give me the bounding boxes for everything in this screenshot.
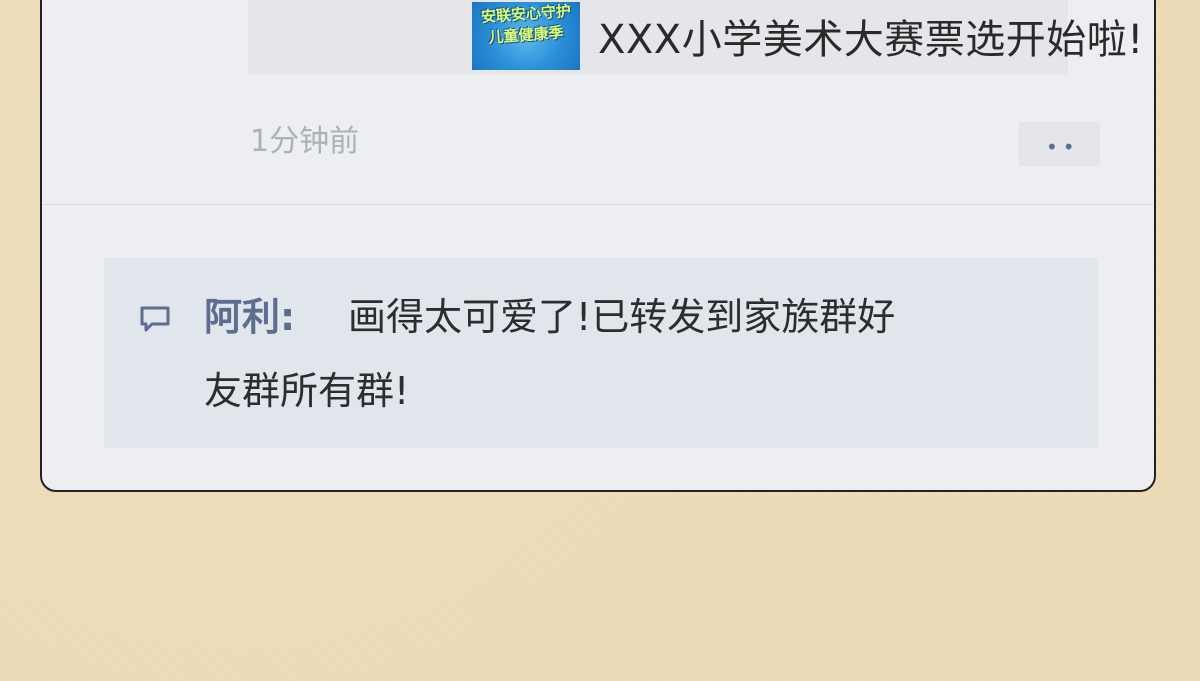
more-dots-icon: •• [1046, 135, 1080, 159]
comment-area [104, 258, 1098, 448]
comment-bubble-icon [140, 306, 170, 332]
thumbnail-image: 安联安心守护 儿童健康季 [472, 2, 580, 70]
comment-text-line-2: 友群所有群! [204, 369, 410, 413]
divider [42, 204, 1154, 205]
comment-author[interactable]: 阿利: [204, 294, 295, 340]
thumbnail-text-line-2: 儿童健康季 [487, 23, 565, 47]
comment-text-line-1: 画得太可爱了!已转发到家族群好 [348, 295, 896, 339]
more-button[interactable]: •• [1018, 122, 1100, 166]
shared-link-card[interactable]: 安联安心守护 儿童健康季 XXX小学美术大赛票选开始啦! [248, 0, 1143, 74]
shared-link-title: XXX小学美术大赛票选开始啦! [598, 17, 1144, 63]
moment-card: 安联安心守护 儿童健康季 XXX小学美术大赛票选开始啦! 1分钟前 •• 阿利:… [40, 0, 1156, 492]
post-time: 1分钟前 [250, 124, 360, 159]
